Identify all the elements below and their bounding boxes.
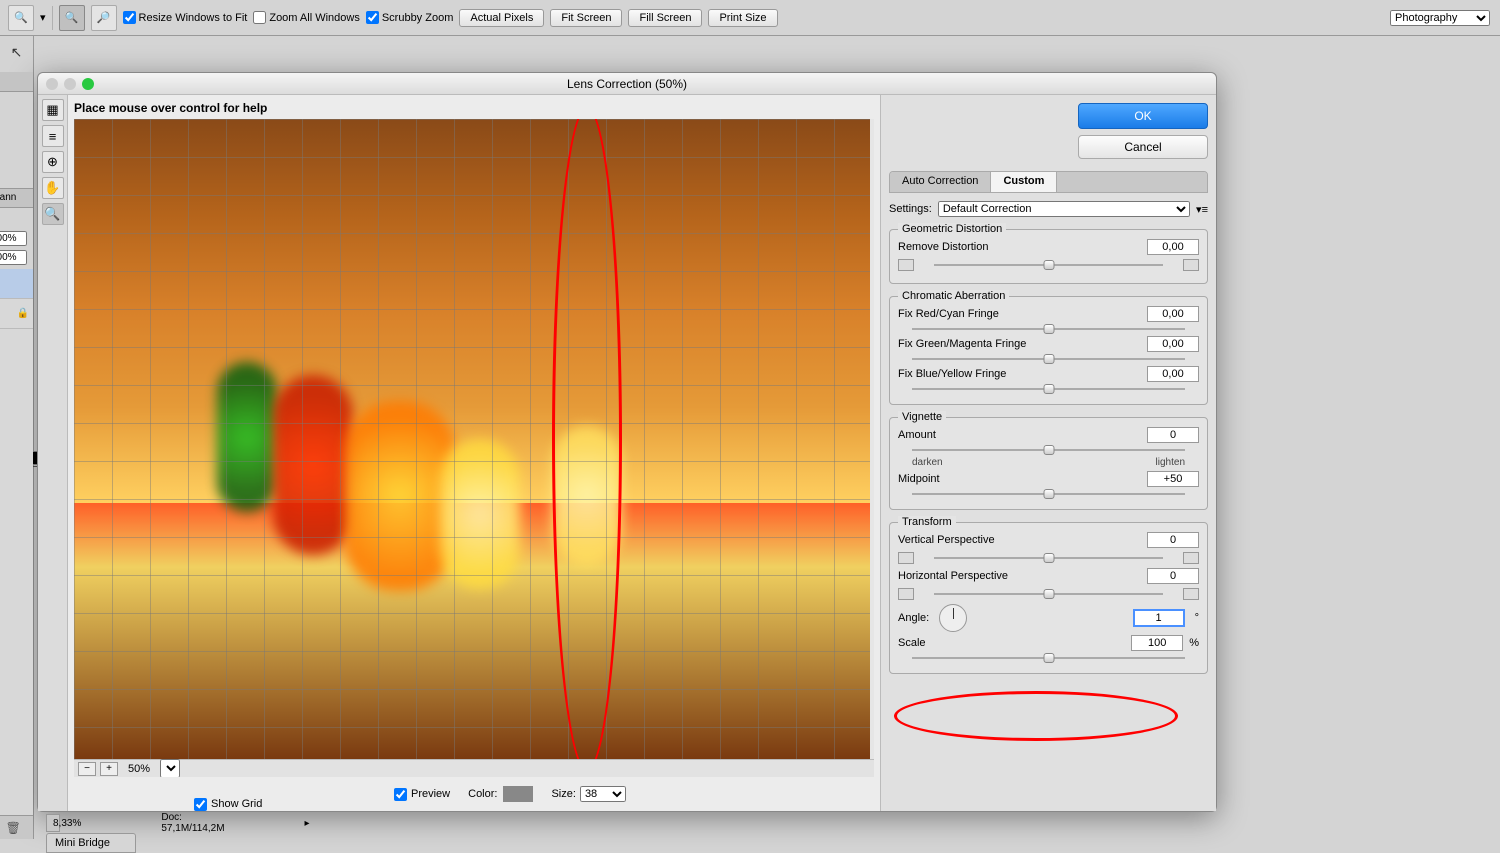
fill-screen-button[interactable]: Fill Screen xyxy=(628,9,702,27)
angle-dial[interactable] xyxy=(939,604,967,632)
hpersp-right-icon xyxy=(1183,588,1199,600)
resize-windows-checkbox[interactable]: Resize Windows to Fit xyxy=(123,11,248,24)
green-magenta-slider[interactable] xyxy=(1043,354,1054,364)
trash-icon[interactable]: 🗑 xyxy=(6,821,21,835)
size-label: Size: xyxy=(551,788,575,800)
zoom-in-icon[interactable]: 🔍 xyxy=(59,5,85,31)
zoom-out-icon[interactable]: 🔎 xyxy=(91,5,117,31)
dropdown-arrow-icon[interactable]: ▾ xyxy=(40,11,46,24)
vpersp-left-icon xyxy=(898,552,914,564)
blue-yellow-input[interactable] xyxy=(1147,366,1199,382)
layer-row[interactable]: 👁 Background copy xyxy=(0,269,33,299)
distort-tool-icon[interactable]: ▦ xyxy=(42,99,64,121)
options-bar: 🔍 ▾ 🔍 🔎 Resize Windows to Fit Zoom All W… xyxy=(0,0,1500,36)
status-doc: Doc: 57,1M/114,2M xyxy=(161,812,224,834)
straighten-tool-icon[interactable]: ≡ xyxy=(42,125,64,147)
tab-auto-correction[interactable]: Auto Correction xyxy=(890,172,991,192)
scrubby-zoom-checkbox[interactable]: Scrubby Zoom xyxy=(366,11,454,24)
tab-custom[interactable]: Custom xyxy=(991,172,1057,192)
scale-input[interactable] xyxy=(1131,635,1183,651)
zoom-tool-icon[interactable]: 🔍 xyxy=(8,5,34,31)
settings-menu-icon[interactable]: ▾≡ xyxy=(1196,203,1208,216)
status-arrow-icon[interactable]: ▸ xyxy=(305,818,310,829)
settings-select[interactable]: Default Correction xyxy=(938,201,1190,217)
hand-dialog-tool-icon[interactable]: ✋ xyxy=(42,177,64,199)
zoom-select[interactable] xyxy=(160,759,180,777)
cancel-button[interactable]: Cancel xyxy=(1078,135,1208,159)
fill-input[interactable] xyxy=(0,250,27,265)
move-grid-tool-icon[interactable]: ⊕ xyxy=(42,151,64,173)
green-magenta-input[interactable] xyxy=(1147,336,1199,352)
zoom-dialog-tool-icon[interactable]: 🔍 xyxy=(42,203,64,225)
layer-footer: �ồlink fx. ◐ ◑ ▭ ◫ 🗑 xyxy=(0,815,33,839)
lock-icon: 🔒 xyxy=(17,308,29,319)
show-grid-checkbox[interactable]: Show Grid xyxy=(194,798,262,811)
adjustments-panel: Add an adjustment ☀ 📊 ⎋ ▤ ▽ ▦ ⚖ ◧ ◈ ⊕ ▦ … xyxy=(0,92,33,188)
status-zoom: 8,33% xyxy=(53,818,81,829)
canvas-status-bar: − + 50% xyxy=(74,759,874,777)
layer-row[interactable]: 👁 Background 🔒 xyxy=(0,299,33,329)
scale-slider[interactable] xyxy=(1043,653,1054,663)
color-label: Color: xyxy=(468,788,497,800)
vignette-amount-slider[interactable] xyxy=(1043,445,1054,455)
opacity-input[interactable] xyxy=(0,231,27,246)
workspace-select[interactable]: Photography xyxy=(1390,10,1490,26)
app-status-bar: 8,33% Doc: 57,1M/114,2M ▸ xyxy=(46,814,60,832)
remove-distortion-slider[interactable] xyxy=(1043,260,1054,270)
lens-correction-dialog: Lens Correction (50%) ▦ ≡ ⊕ ✋ 🔍 Place mo… xyxy=(37,72,1217,812)
red-cyan-input[interactable] xyxy=(1147,306,1199,322)
transform-group: Transform Vertical Perspective Horizonta… xyxy=(889,522,1208,674)
zoom-level: 50% xyxy=(122,763,156,775)
zoom-out-small-icon[interactable]: − xyxy=(78,762,96,776)
dialog-tabs: Auto Correction Custom xyxy=(889,171,1208,193)
preview-canvas[interactable]: − + 50% xyxy=(74,119,874,777)
remove-distortion-label: Remove Distortion xyxy=(898,241,1141,253)
dialog-tools: ▦ ≡ ⊕ ✋ 🔍 xyxy=(38,95,68,811)
left-toolbar: ↖ ▭ ◉ ✧ ✂ 💧 ✚ 🖌 ⊟ ↻ ◧ ◐ 💧 ◯ ✎ T ↗ ◯ ✋ 🔍 … xyxy=(0,36,34,839)
hpersp-left-icon xyxy=(898,588,914,600)
horizontal-perspective-slider[interactable] xyxy=(1043,589,1054,599)
help-text: Place mouse over control for help xyxy=(74,101,874,119)
fit-screen-button[interactable]: Fit Screen xyxy=(550,9,622,27)
zoom-in-small-icon[interactable]: + xyxy=(100,762,118,776)
dialog-right-panel: OK Cancel Auto Correction Custom Setting… xyxy=(880,95,1216,811)
barrel-icon xyxy=(898,259,914,271)
angle-input[interactable] xyxy=(1133,609,1185,627)
chromatic-aberration-group: Chromatic Aberration Fix Red/Cyan Fringe… xyxy=(889,296,1208,405)
horizontal-perspective-input[interactable] xyxy=(1147,568,1199,584)
vertical-perspective-input[interactable] xyxy=(1147,532,1199,548)
dialog-title: Lens Correction (50%) xyxy=(38,77,1216,91)
geometric-distortion-group: Geometric Distortion Remove Distortion xyxy=(889,229,1208,284)
vignette-midpoint-slider[interactable] xyxy=(1043,489,1054,499)
remove-distortion-input[interactable] xyxy=(1147,239,1199,255)
angle-label: Angle: xyxy=(898,612,929,624)
vignette-amount-input[interactable] xyxy=(1147,427,1199,443)
dialog-bottom-row: Preview Color: Show Grid Size: 38 xyxy=(74,777,874,811)
layer-list: 👁 Background copy 👁 Background 🔒 xyxy=(0,269,33,815)
move-tool-icon[interactable]: ↖ xyxy=(5,42,29,62)
vignette-midpoint-input[interactable] xyxy=(1147,471,1199,487)
grid-size-select[interactable]: 38 xyxy=(580,786,626,802)
lookup-icon[interactable]: ▦ xyxy=(0,138,2,156)
actual-pixels-button[interactable]: Actual Pixels xyxy=(459,9,544,27)
blue-yellow-slider[interactable] xyxy=(1043,384,1054,394)
vpersp-right-icon xyxy=(1183,552,1199,564)
red-cyan-slider[interactable] xyxy=(1043,324,1054,334)
vignette-group: Vignette Amount darkenlighten Midpoint xyxy=(889,417,1208,510)
zoom-all-checkbox[interactable]: Zoom All Windows xyxy=(253,11,359,24)
ok-button[interactable]: OK xyxy=(1078,103,1208,129)
right-panels: Histogram Adjustments Add an adjustment … xyxy=(0,72,33,839)
print-size-button[interactable]: Print Size xyxy=(708,9,777,27)
dialog-titlebar[interactable]: Lens Correction (50%) xyxy=(38,73,1216,95)
settings-label: Settings: xyxy=(889,203,932,215)
preview-checkbox[interactable]: Preview xyxy=(394,788,450,801)
pincushion-icon xyxy=(1183,259,1199,271)
vertical-perspective-slider[interactable] xyxy=(1043,553,1054,563)
mini-bridge-tab[interactable]: Mini Bridge xyxy=(46,833,136,853)
grid-color-swatch[interactable] xyxy=(503,786,533,802)
tab-chann[interactable]: Chann xyxy=(0,189,21,207)
